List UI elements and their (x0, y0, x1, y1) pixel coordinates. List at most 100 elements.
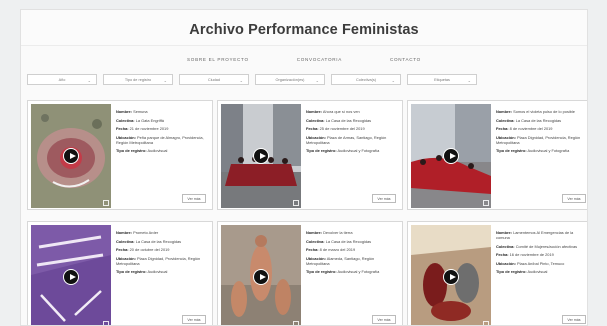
record-name: Somos el violeta pulso de lo posible (513, 109, 575, 114)
filter-label: Año (58, 77, 66, 82)
filter-record-type[interactable]: Tipo de registro ⌄ (103, 74, 173, 85)
nav-link-convocatoria[interactable]: CONVOCATORIA (297, 57, 342, 62)
filter-label: Tipo de registro (124, 77, 152, 82)
record-card: Nombre: Somos el violeta pulso de lo pos… (407, 100, 587, 210)
record-card: Nombre: Semuna Colectiva: La Gata Engrif… (27, 100, 213, 210)
record-type-label: Tipo de registro: (496, 269, 527, 274)
record-type-label: Tipo de registro: (306, 148, 337, 153)
record-type: Audiovisual y Fotografía (527, 148, 570, 153)
record-location: Plaza Aníbal Pinto, Temuco (516, 260, 565, 266)
filter-organization[interactable]: Organización(es) ⌄ (255, 74, 325, 85)
record-type: Audiovisual y Fotografía (337, 148, 380, 153)
see-more-button[interactable]: Ver más (562, 315, 586, 324)
chevron-down-icon: ⌄ (467, 78, 471, 83)
chevron-down-icon: ⌄ (315, 78, 319, 83)
record-date: 21 de noviembre 2019 (129, 126, 169, 131)
name-label: Nombre: (496, 109, 512, 114)
expand-icon[interactable] (483, 200, 489, 206)
collective-label: Colectiva: (496, 117, 515, 123)
play-icon[interactable] (63, 148, 79, 164)
record-type: Audiovisual (147, 269, 168, 274)
record-name: Semuna (133, 109, 148, 114)
video-thumbnail[interactable] (411, 225, 491, 325)
record-info: Nombre: Lamentemos Al Emergencias de la … (496, 230, 587, 278)
collective-label: Colectiva: (306, 117, 325, 123)
chevron-down-icon: ⌄ (239, 78, 243, 83)
record-date: 8 de noviembre del 2019 (509, 126, 553, 131)
expand-icon[interactable] (293, 321, 299, 325)
record-type-label: Tipo de registro: (496, 148, 527, 153)
record-collective: Comité de Mujeres/acción afectivas (515, 243, 578, 249)
record-info: Nombre: Semuna Colectiva: La Gata Engrif… (116, 109, 208, 157)
video-thumbnail[interactable] (31, 104, 111, 208)
expand-icon[interactable] (103, 200, 109, 206)
expand-icon[interactable] (103, 321, 109, 325)
record-collective: La Casa de las Recogidas (135, 238, 182, 244)
main-nav: SOBRE EL PROYECTO CONVOCATORIA CONTACTO (21, 46, 587, 72)
filter-collective[interactable]: Colectiva(s) ⌄ (331, 74, 401, 85)
video-thumbnail[interactable] (221, 225, 301, 325)
record-info: Nombre: Ahora que sí nos ven Colectiva: … (306, 109, 398, 157)
record-info: Nombre: Prometo Arder Colectiva: La Casa… (116, 230, 208, 278)
record-date: 20 de octubre del 2019 (129, 247, 170, 252)
date-label: Fecha: (306, 247, 319, 252)
chevron-down-icon: ⌄ (87, 78, 91, 83)
expand-icon[interactable] (293, 200, 299, 206)
filter-label: Colectiva(s) (355, 77, 377, 82)
nav-link-sobre-el-proyecto[interactable]: SOBRE EL PROYECTO (187, 57, 249, 62)
play-icon[interactable] (253, 148, 269, 164)
filter-tags[interactable]: Etiquetas ⌄ (407, 74, 477, 85)
filter-label: Ciudad (207, 77, 221, 82)
record-card: Nombre: Ahora que sí nos ven Colectiva: … (217, 100, 403, 210)
filter-year[interactable]: Año ⌄ (27, 74, 97, 85)
name-label: Nombre: (116, 109, 132, 114)
chevron-down-icon: ⌄ (391, 78, 395, 83)
record-name: Ahora que sí nos ven (322, 109, 360, 114)
filter-label: Organización(es) (275, 77, 305, 82)
record-name: Devolver la tierra (323, 230, 353, 235)
play-icon[interactable] (443, 269, 459, 285)
name-label: Nombre: (306, 230, 322, 235)
site-header: Archivo Performance Feministas (21, 10, 587, 46)
record-collective: La Casa de las Recogidas (515, 117, 562, 123)
date-label: Fecha: (116, 126, 129, 131)
filter-city[interactable]: Ciudad ⌄ (179, 74, 249, 85)
record-type-label: Tipo de registro: (116, 148, 147, 153)
see-more-button[interactable]: Ver más (372, 315, 396, 324)
name-label: Nombre: (306, 109, 322, 114)
see-more-button[interactable]: Ver más (562, 194, 586, 203)
record-type: Audiovisual (527, 269, 548, 274)
date-label: Fecha: (496, 252, 509, 257)
expand-icon[interactable] (483, 321, 489, 325)
video-thumbnail[interactable] (221, 104, 301, 208)
play-icon[interactable] (253, 269, 269, 285)
filter-bar: Año ⌄ Tipo de registro ⌄ Ciudad ⌄ Organi… (21, 74, 587, 90)
location-label: Ubicación: (496, 260, 516, 266)
date-label: Fecha: (306, 126, 319, 131)
record-collective: La Casa de las Recogidas (325, 117, 372, 123)
see-more-button[interactable]: Ver más (182, 315, 206, 324)
name-label: Nombre: (116, 230, 132, 235)
filter-label: Etiquetas (434, 77, 450, 82)
chevron-down-icon: ⌄ (163, 78, 167, 83)
video-thumbnail[interactable] (411, 104, 491, 208)
date-label: Fecha: (116, 247, 129, 252)
collective-label: Colectiva: (306, 238, 325, 244)
video-thumbnail[interactable] (31, 225, 111, 325)
record-card: Nombre: Prometo Arder Colectiva: La Casa… (27, 221, 213, 325)
record-type-label: Tipo de registro: (116, 269, 147, 274)
record-info: Nombre: Somos el violeta pulso de lo pos… (496, 109, 587, 157)
play-icon[interactable] (443, 148, 459, 164)
collective-label: Colectiva: (116, 238, 135, 244)
nav-link-contacto[interactable]: CONTACTO (390, 57, 421, 62)
see-more-button[interactable]: Ver más (182, 194, 206, 203)
play-icon[interactable] (63, 269, 79, 285)
record-date: 16 de noviembre de 2019 (509, 252, 554, 257)
record-collective: La Gata Engriffá (135, 117, 164, 123)
see-more-button[interactable]: Ver más (372, 194, 396, 203)
record-card: Nombre: Devolver la tierra Colectiva: La… (217, 221, 403, 325)
archive-page: Archivo Performance Feministas SOBRE EL … (20, 9, 588, 326)
record-collective: La Casa de las Recogidas (325, 238, 372, 244)
record-date: 8 de marzo del 2019 (319, 247, 356, 252)
site-title[interactable]: Archivo Performance Feministas (21, 22, 587, 38)
